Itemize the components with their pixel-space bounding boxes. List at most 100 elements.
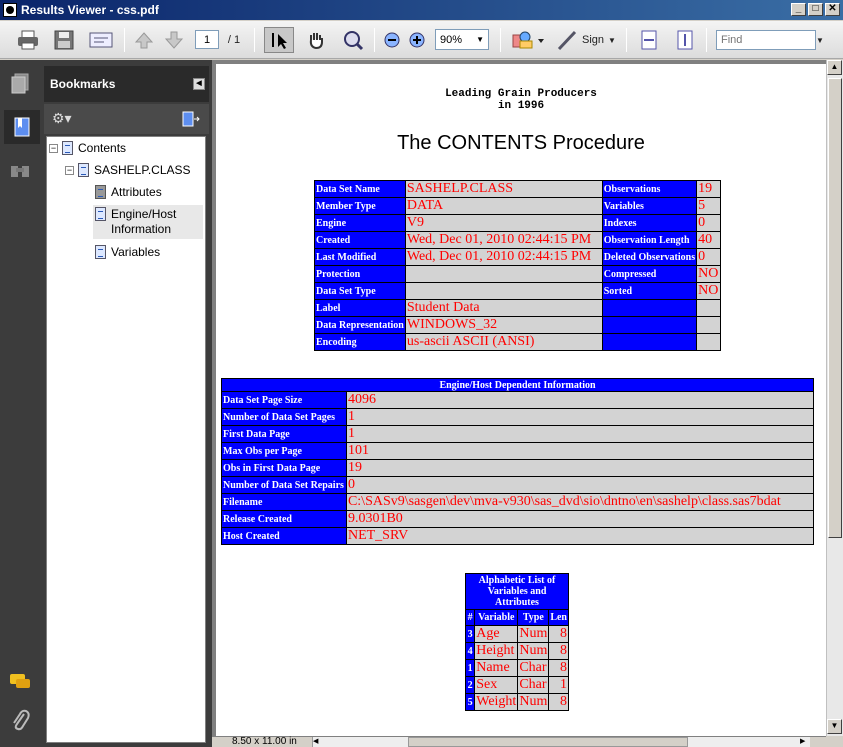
engine-label: Number of Data Set Pages [221, 408, 347, 426]
scroll-down-icon[interactable]: ▼ [827, 719, 842, 734]
page-number-input[interactable] [195, 30, 219, 49]
new-bookmark-icon[interactable] [181, 110, 201, 128]
bookmarks-panel-icon[interactable] [4, 110, 40, 144]
previous-page-icon[interactable] [132, 27, 156, 53]
bookmark-variables[interactable]: Variables [95, 245, 160, 260]
engine-value: 1 [345, 425, 815, 443]
find-input[interactable] [716, 30, 816, 50]
scroll-right-icon[interactable]: ▶ [800, 737, 810, 747]
find-binoculars-icon[interactable] [8, 158, 32, 182]
marquee-zoom-icon[interactable] [338, 27, 368, 53]
horizontal-scrollbar-thumb[interactable] [408, 737, 688, 747]
attribute-value: V9 [404, 214, 603, 232]
fit-width-icon[interactable] [636, 27, 662, 53]
attribute-label [601, 316, 698, 334]
bookmark-sashelp-class[interactable]: − SASHELP.CLASS [65, 163, 191, 178]
variable-number: 4 [464, 642, 476, 660]
engine-value: NET_SRV [345, 527, 815, 545]
bookmark-page-icon [95, 207, 106, 221]
page-size-label: 8.50 x 11.00 in [232, 736, 297, 747]
minimize-button[interactable]: _ [791, 3, 806, 16]
bookmark-attributes[interactable]: Attributes [95, 185, 162, 200]
table-row: Label Student Data [314, 299, 721, 317]
variable-length: 1 [548, 676, 569, 694]
table-row: Engine V9 Indexes 0 [314, 214, 721, 232]
hand-tool-icon[interactable] [302, 27, 330, 53]
save-icon[interactable] [50, 27, 78, 53]
close-button[interactable]: ✕ [825, 3, 840, 16]
col-header-number: # [464, 609, 476, 626]
bookmark-contents[interactable]: − Contents [49, 141, 126, 156]
collapse-toggle-icon[interactable]: − [49, 144, 58, 153]
collapse-toggle-icon[interactable]: − [65, 166, 74, 175]
col-header-type: Type [517, 609, 550, 626]
attribute-label: Last Modified [314, 248, 406, 266]
attribute-value: SASHELP.CLASS [404, 180, 603, 198]
find-options-chevron-icon[interactable]: ▼ [814, 27, 826, 53]
attribute-value: NO [696, 282, 721, 300]
scroll-up-icon[interactable]: ▲ [827, 60, 842, 75]
attribute-value: NO [696, 265, 721, 283]
chevron-down-icon: ▼ [608, 35, 616, 45]
bookmarks-tree: − Contents − SASHELP.CLASS Attributes En… [46, 136, 206, 743]
table-row: Data Set Name SASHELP.CLASS Observations 19 [314, 180, 721, 198]
bookmark-page-icon [95, 245, 106, 259]
table-row: Filename C:\SASv9\sasgen\dev\mva-v930\sas… [221, 493, 815, 511]
scrollbar-thumb[interactable] [828, 78, 842, 538]
engine-label: Host Created [221, 527, 347, 545]
horizontal-scrollbar[interactable]: ◀ ▶ [312, 737, 810, 747]
window-titlebar: Results Viewer - css.pdf _ □ ✕ [0, 0, 843, 20]
attribute-value: Student Data [404, 299, 603, 317]
attribute-value: 19 [696, 180, 721, 198]
variable-name: Height [474, 642, 519, 660]
attribute-value [696, 316, 721, 334]
attribute-value: Wed, Dec 01, 2010 02:44:15 PM [404, 248, 603, 266]
collapse-panel-icon[interactable]: ◀ [193, 78, 205, 90]
attachments-paperclip-icon[interactable] [8, 708, 32, 732]
variable-type: Char [517, 659, 550, 677]
attribute-label [601, 299, 698, 317]
table-row: 4 Height Num 8 [464, 642, 569, 660]
attribute-label: Member Type [314, 197, 406, 215]
attribute-value: Wed, Dec 01, 2010 02:44:15 PM [404, 231, 603, 249]
variable-type: Num [517, 625, 550, 643]
print-icon[interactable] [14, 27, 42, 53]
email-icon[interactable] [86, 27, 116, 53]
variables-table-title: Alphabetic List of Variables and Attribu… [465, 573, 569, 610]
table-row: Encoding us-ascii ASCII (ANSI) [314, 333, 721, 351]
zoom-in-icon[interactable] [407, 27, 427, 53]
report-heading-line1: Leading Grain Producers [445, 88, 597, 100]
bookmarks-toolbar: ⚙▾ [44, 104, 209, 134]
maximize-button[interactable]: □ [808, 3, 823, 16]
pdf-page[interactable]: Leading Grain Producers in 1996 The CONT… [216, 64, 826, 736]
engine-value: 4096 [345, 391, 815, 409]
scroll-left-icon[interactable]: ◀ [313, 737, 323, 747]
attribute-value: 40 [696, 231, 721, 249]
engine-label: Number of Data Set Repairs [221, 476, 347, 494]
bookmark-engine-host[interactable]: Engine/Host Information [93, 205, 203, 239]
table-row: Max Obs per Page 101 [221, 442, 815, 460]
sign-button[interactable]: Sign ▼ [554, 27, 618, 53]
options-gear-icon[interactable]: ⚙▾ [52, 110, 72, 127]
attribute-value [696, 299, 721, 317]
pages-icon[interactable] [8, 72, 32, 96]
vertical-scrollbar[interactable]: ▲ ▼ [826, 60, 843, 736]
review-comment-icon[interactable] [508, 27, 548, 53]
report-heading-line2: in 1996 [497, 100, 545, 112]
attribute-label: Indexes [601, 214, 698, 232]
comments-icon[interactable] [8, 670, 32, 694]
engine-value: 19 [345, 459, 815, 477]
variable-name: Sex [474, 676, 519, 694]
col-header-len: Len [548, 609, 569, 626]
next-page-icon[interactable] [162, 27, 186, 53]
zoom-out-icon[interactable] [382, 27, 402, 53]
variable-number: 2 [464, 676, 476, 694]
zoom-select[interactable]: 90% ▼ [435, 29, 489, 50]
select-tool-icon[interactable] [264, 27, 294, 53]
engine-label: First Data Page [221, 425, 347, 443]
attribute-label: Variables [601, 197, 698, 215]
navigation-rail [0, 60, 40, 747]
attribute-label: Engine [314, 214, 406, 232]
attribute-value [404, 282, 603, 300]
fit-page-icon[interactable] [672, 27, 698, 53]
